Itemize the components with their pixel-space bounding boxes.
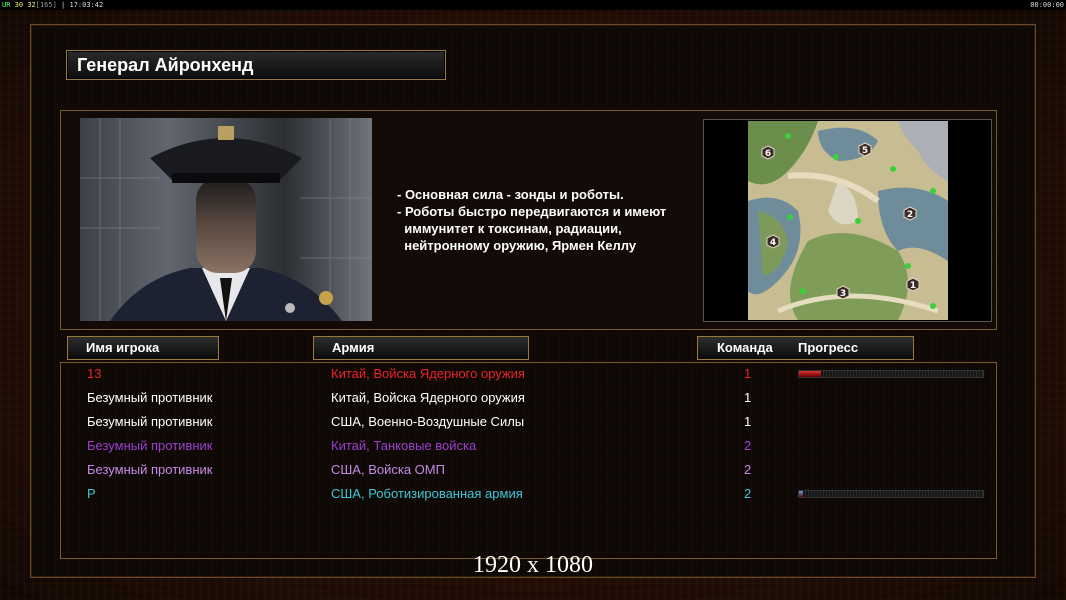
description-line: - Роботы быстро передвигаются и имеют <box>397 204 667 219</box>
timer: 00:00:00 <box>1030 1 1064 9</box>
header-player-name: Имя игрока <box>67 336 219 360</box>
start-position-3: 3 <box>840 289 846 299</box>
header-team: Команда <box>717 340 773 355</box>
start-position-5: 5 <box>862 146 868 156</box>
player-team: 1 <box>744 366 752 381</box>
debug-value-a: 30 <box>14 1 24 9</box>
clock: 17:03:42 <box>69 1 104 9</box>
debug-stats: UR 30 32[165] | 17:03:42 <box>2 1 104 9</box>
player-team: 1 <box>744 414 752 429</box>
player-row[interactable]: Безумный противник США, Военно-Воздушные … <box>0 412 1066 432</box>
player-team: 2 <box>744 462 752 477</box>
debug-bar: UR 30 32[165] | 17:03:42 00:00:00 <box>0 0 1066 10</box>
player-army: США, Войска ОМП <box>331 462 445 477</box>
player-row[interactable]: Безумный противник Китай, Танковые войска… <box>0 436 1066 456</box>
map-image: 1 2 3 4 5 6 <box>748 121 948 320</box>
player-name: Безумный противник <box>87 438 213 453</box>
progress-fill <box>799 371 822 377</box>
player-name: Безумный противник <box>87 462 213 477</box>
resolution-caption: 1920 x 1080 <box>473 552 593 578</box>
header-progress: Прогресс <box>798 340 859 355</box>
start-position-6: 6 <box>765 149 771 159</box>
start-position-4: 4 <box>770 238 776 248</box>
progress-fill <box>799 491 803 497</box>
player-row[interactable]: Безумный противник Китай, Войска Ядерного… <box>0 388 1066 408</box>
general-description: - Основная сила - зонды и роботы. - Робо… <box>397 186 697 254</box>
player-name: Безумный противник <box>87 414 213 429</box>
player-army: США, Военно-Воздушные Силы <box>331 414 525 429</box>
player-name: P <box>87 486 96 501</box>
progress-bar <box>798 370 984 378</box>
player-row[interactable]: 13 Китай, Войска Ядерного оружия 1 <box>0 364 1066 384</box>
player-name: 13 <box>87 366 102 381</box>
player-army: США, Роботизированная армия <box>331 486 523 501</box>
general-title: Генерал Айронхенд <box>66 50 446 80</box>
debug-value-b: 32 <box>27 1 36 9</box>
player-name: Безумный противник <box>87 390 213 405</box>
player-army: Китай, Войска Ядерного оружия <box>331 390 525 405</box>
general-portrait <box>80 118 372 321</box>
player-team: 1 <box>744 390 752 405</box>
player-army: Китай, Войска Ядерного оружия <box>331 366 525 381</box>
description-line: иммунитет к токсинам, радиации, <box>397 221 622 236</box>
description-line: - Основная сила - зонды и роботы. <box>397 187 624 202</box>
player-row[interactable]: P США, Роботизированная армия 2 <box>0 484 1066 504</box>
debug-value-c: [165] <box>35 1 57 9</box>
start-position-1: 1 <box>910 281 916 291</box>
description-line: нейтронному оружию, Ярмен Келлу <box>397 238 637 253</box>
map-terrain: 1 2 3 4 5 6 <box>748 121 948 320</box>
player-row[interactable]: Безумный противник США, Войска ОМП 2 <box>0 460 1066 480</box>
debug-tag: UR <box>2 1 11 9</box>
portrait-image <box>80 118 372 321</box>
progress-bar <box>798 490 984 498</box>
start-position-2: 2 <box>907 210 913 220</box>
map-preview[interactable]: 1 2 3 4 5 6 <box>703 119 992 322</box>
player-team: 2 <box>744 438 752 453</box>
player-army: Китай, Танковые войска <box>331 438 477 453</box>
header-army: Армия <box>313 336 529 360</box>
player-team: 2 <box>744 486 752 501</box>
